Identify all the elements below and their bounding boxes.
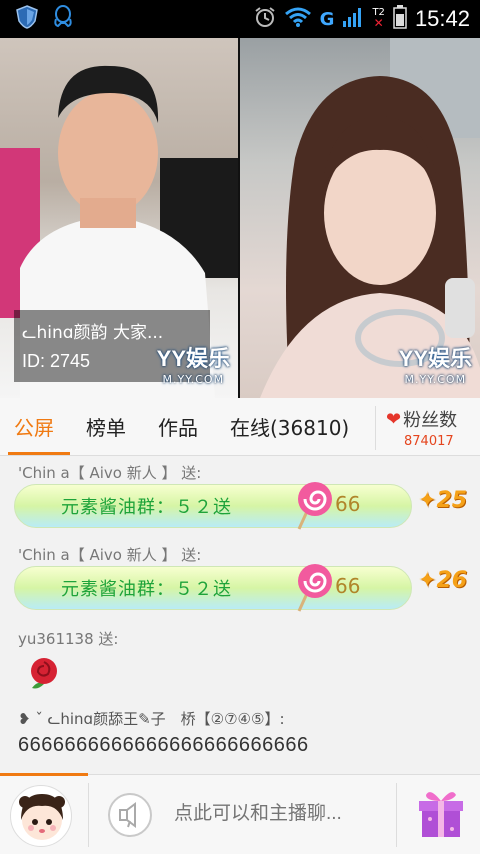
input-divider [396,783,397,847]
signal-icon [342,6,364,32]
avatar[interactable] [10,785,72,847]
heart-icon: ❤ [386,408,402,430]
gift-banner: 元素酱油群：５２送 66 [14,564,412,612]
watermark-brand: YY娱乐 [156,346,230,371]
sim2-indicator: T2 ✕ [372,7,385,30]
clock: 15:42 [414,6,470,31]
left-video-feed[interactable]: ᓚhinɑ颜韵 大家... ID: 2745 YY娱乐 M.YY.COM [0,38,238,398]
chat-sender: 'Chin a【 Aivo 新人 】 送: [18,464,202,482]
chat-sender: ❥ ˇ ᓚhinɑ颜舔王✎子 桥【②⑦④⑤】: [18,710,285,728]
voice-button[interactable] [108,793,152,837]
combo-count: 25 [436,488,468,513]
lollipop-icon [287,479,333,537]
gift-box-icon [412,792,470,847]
wifi-icon [284,6,312,32]
yy-watermark-right: YY娱乐 M.YY.COM [399,341,472,386]
speaker-icon [110,802,150,839]
status-bar: G T2 ✕ 15:42 [0,0,480,38]
gift-text: 元素酱油群：５２送 [61,497,232,518]
qq-icon [52,5,74,33]
tab-ranking[interactable]: 榜单 [86,412,126,441]
gift-count: 66 [335,574,361,598]
battery-icon [393,5,407,33]
chat-sender: yu361138 送: [18,630,119,648]
fans-label: 粉丝数 [403,410,458,431]
watermark-url: M.YY.COM [404,373,467,386]
gift-button[interactable] [412,785,470,843]
combo-count: 26 [436,568,468,593]
lollipop-icon [287,561,333,619]
combo-badge: ✦26 [418,568,468,593]
chat-message-text: 6666666666666666666666666 [18,734,309,756]
tab-works[interactable]: 作品 [158,412,198,441]
input-bar-accent [0,773,88,776]
alarm-icon [254,6,276,32]
video-area: ᓚhinɑ颜韵 大家... ID: 2745 YY娱乐 M.YY.COM YY娱… [0,38,480,398]
gift-banner: 元素酱油群：５２送 66 [14,482,412,530]
shield-icon [16,5,38,33]
tab-divider [375,406,376,450]
gift-text: 元素酱油群：５２送 [61,579,232,600]
fans-count-button[interactable]: ❤ 粉丝数 874017 [386,406,476,450]
yy-watermark-left: YY娱乐 M.YY.COM [157,341,230,386]
active-tab-indicator [8,452,70,455]
combo-badge: ✦25 [418,488,468,513]
gift-count: 66 [335,492,361,516]
right-video-feed[interactable]: YY娱乐 M.YY.COM [240,38,480,398]
chat-list[interactable]: 'Chin a【 Aivo 新人 】 送: 元素酱油群：５２送 66 ✦25 '… [0,456,480,774]
chat-sender: 'Chin a【 Aivo 新人 】 送: [18,546,202,564]
tab-online[interactable]: 在线(36810) [230,412,349,441]
tab-public-screen[interactable]: 公屏 [14,412,54,441]
input-divider [88,783,89,847]
watermark-brand: YY娱乐 [398,346,472,371]
host-name: ᓚhinɑ颜韵 大家... [22,323,164,343]
network-type-label: G [319,8,335,30]
rose-icon [24,654,64,698]
watermark-url: M.YY.COM [162,373,225,386]
chat-input[interactable] [174,803,384,825]
fans-count: 874017 [404,434,454,449]
tab-bar: 公屏 榜单 作品 在线(36810) ❤ 粉丝数 874017 [0,398,480,456]
input-bar [0,773,480,854]
